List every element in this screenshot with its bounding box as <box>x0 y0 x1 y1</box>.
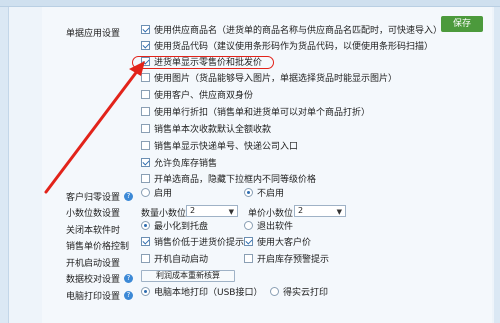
customer-zero-label: 客户归零设置? <box>66 190 134 203</box>
help-icon[interactable]: ? <box>124 192 134 201</box>
checkbox-label: 开机自动启动 <box>154 255 209 265</box>
price-decimal-label: 单价小数位 <box>248 209 294 219</box>
print-local[interactable]: 电脑本地打印（USB接口） <box>141 286 262 300</box>
checkbox-icon[interactable] <box>244 254 253 263</box>
qty-decimal-select[interactable]: 2 ▼ <box>186 205 238 217</box>
radio-label: 得实云打印 <box>283 288 329 298</box>
checkbox-label: 开启库存预警提示 <box>257 255 330 265</box>
print-text: 电脑打印设置 <box>66 292 121 302</box>
price-decimal-select[interactable]: 2 ▼ <box>294 205 346 217</box>
stock-warning[interactable]: 开启库存预警提示 <box>244 253 329 267</box>
chevron-down-icon: ▼ <box>336 208 342 216</box>
radio-icon[interactable] <box>244 188 253 197</box>
close-exit[interactable]: 退出软件 <box>244 220 293 234</box>
radio-icon[interactable] <box>141 287 150 296</box>
price-decimal-value: 2 <box>298 206 304 215</box>
close-software-label: 关闭本软件时 <box>66 226 121 236</box>
checkbox-label: 销售价低于进货价提示 <box>154 238 245 248</box>
radio-label: 启用 <box>154 189 173 199</box>
use-vip-price[interactable]: 使用大客户价 <box>244 236 311 250</box>
close-minimize[interactable]: 最小化到托盘 <box>141 220 208 234</box>
radio-label: 电脑本地打印（USB接口） <box>154 288 263 298</box>
checkbox-icon[interactable] <box>141 237 150 246</box>
radio-icon[interactable] <box>270 287 279 296</box>
customer-zero-disable[interactable]: 不启用 <box>244 187 284 201</box>
chevron-down-icon: ▼ <box>228 208 234 216</box>
customer-zero-enable[interactable]: 启用 <box>141 187 172 201</box>
auto-start[interactable]: 开机自动启动 <box>141 253 208 267</box>
radio-icon[interactable] <box>244 221 253 230</box>
qty-decimal-label: 数量小数位 <box>141 209 187 219</box>
data-check-text: 数据校对设置 <box>66 275 121 285</box>
help-icon[interactable]: ? <box>124 274 134 283</box>
print-cloud[interactable]: 得实云打印 <box>270 286 328 300</box>
customer-zero-text: 客户归零设置 <box>66 193 121 203</box>
radio-icon[interactable] <box>141 221 150 230</box>
checkbox-icon[interactable] <box>244 237 253 246</box>
price-below-cost-warning[interactable]: 销售价低于进货价提示 <box>141 236 244 250</box>
data-check-label: 数据校对设置? <box>66 272 134 285</box>
startup-label: 开机启动设置 <box>66 259 121 269</box>
decimal-label: 小数位数设置 <box>66 209 121 219</box>
help-icon[interactable]: ? <box>124 291 134 300</box>
price-control-label: 销售单价格控制 <box>66 242 130 252</box>
print-label: 电脑打印设置? <box>66 289 134 302</box>
radio-label: 退出软件 <box>257 222 294 232</box>
qty-decimal-value: 2 <box>190 206 196 215</box>
checkbox-label: 使用大客户价 <box>257 238 312 248</box>
radio-label: 最小化到托盘 <box>154 222 209 232</box>
radio-label: 不启用 <box>257 189 285 199</box>
recalculate-profit-button[interactable]: 利润成本重新核算 <box>141 270 235 282</box>
checkbox-icon[interactable] <box>141 254 150 263</box>
radio-icon[interactable] <box>141 188 150 197</box>
